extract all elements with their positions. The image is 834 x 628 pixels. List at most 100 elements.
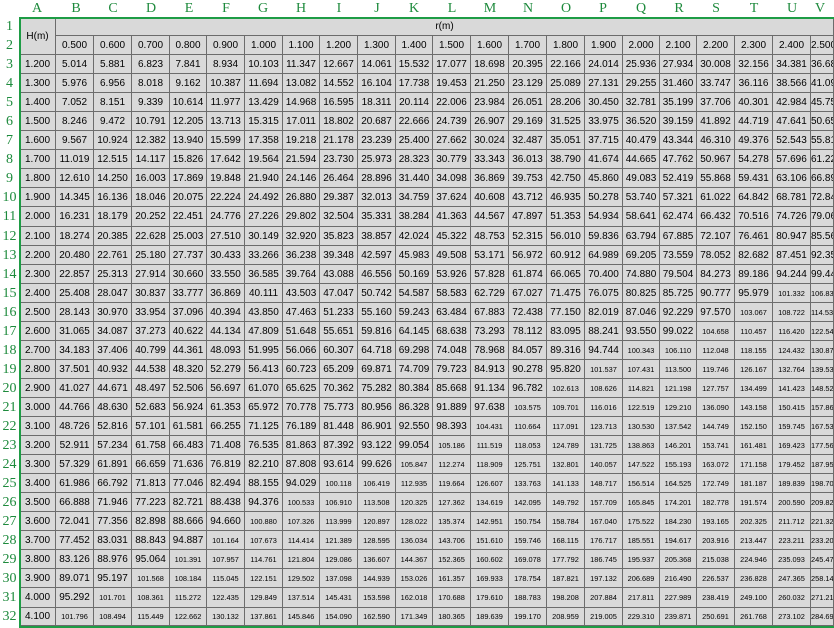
table-cell[interactable]: 22.857 xyxy=(56,265,94,284)
table-cell[interactable]: 68.781 xyxy=(773,188,811,207)
table-cell[interactable]: 56.924 xyxy=(170,398,207,417)
table-cell[interactable]: 178.754 xyxy=(509,569,547,588)
table-cell[interactable]: 44.361 xyxy=(170,341,207,360)
table-cell[interactable]: 47.641 xyxy=(773,112,811,131)
table-cell[interactable]: 52.419 xyxy=(660,169,697,188)
table-cell[interactable]: 258.146 xyxy=(811,569,834,588)
table-cell[interactable]: 50.742 xyxy=(358,284,396,303)
table-cell[interactable]: 79.061 xyxy=(811,207,834,227)
table-cell[interactable]: 108.722 xyxy=(773,303,811,322)
h-value-cell[interactable]: 1.700 xyxy=(20,150,56,169)
table-cell[interactable]: 37.706 xyxy=(697,93,735,112)
table-cell[interactable]: 24.739 xyxy=(433,112,471,131)
table-cell[interactable]: 55.160 xyxy=(358,303,396,322)
column-header-h[interactable]: H xyxy=(289,0,313,17)
column-header-u[interactable]: U xyxy=(780,0,804,17)
column-header-q[interactable]: Q xyxy=(629,0,653,17)
table-cell[interactable]: 152.150 xyxy=(735,417,773,436)
table-cell[interactable]: 37.096 xyxy=(170,303,207,322)
table-cell[interactable]: 66.432 xyxy=(697,207,735,227)
table-cell[interactable]: 93.122 xyxy=(358,436,396,455)
table-cell[interactable]: 57.321 xyxy=(660,188,697,207)
table-cell[interactable]: 112.274 xyxy=(433,455,471,474)
table-cell[interactable]: 61.874 xyxy=(509,265,547,284)
table-cell[interactable]: 236.828 xyxy=(735,569,773,588)
table-cell[interactable]: 179.452 xyxy=(773,455,811,474)
table-cell[interactable]: 29.802 xyxy=(283,207,320,227)
table-cell[interactable]: 121.389 xyxy=(320,531,358,550)
table-cell[interactable]: 169.078 xyxy=(509,550,547,569)
table-cell[interactable]: 169.423 xyxy=(773,436,811,455)
r-value-cell[interactable]: 1.400 xyxy=(396,36,433,55)
table-cell[interactable]: 43.503 xyxy=(283,284,320,303)
table-cell[interactable]: 12.205 xyxy=(170,112,207,131)
table-cell[interactable]: 30.837 xyxy=(132,284,170,303)
table-cell[interactable]: 70.362 xyxy=(320,379,358,398)
table-cell[interactable]: 61.022 xyxy=(697,188,735,207)
table-cell[interactable]: 165.845 xyxy=(623,493,660,512)
table-cell[interactable]: 44.766 xyxy=(56,398,94,417)
table-cell[interactable]: 25.400 xyxy=(396,131,433,150)
table-cell[interactable]: 45.322 xyxy=(433,227,471,246)
table-cell[interactable]: 88.241 xyxy=(585,322,623,341)
table-cell[interactable]: 122.662 xyxy=(170,608,207,626)
table-cell[interactable]: 113.500 xyxy=(660,360,697,379)
column-header-n[interactable]: N xyxy=(516,0,540,17)
r-value-cell[interactable]: 1.000 xyxy=(245,36,283,55)
table-cell[interactable]: 81.863 xyxy=(283,436,320,455)
column-header-d[interactable]: D xyxy=(139,0,163,17)
table-cell[interactable]: 80.384 xyxy=(396,379,433,398)
table-cell[interactable]: 8.151 xyxy=(94,93,132,112)
row-header-9[interactable]: 9 xyxy=(0,169,19,188)
table-cell[interactable]: 41.363 xyxy=(433,207,471,227)
table-cell[interactable]: 41.098 xyxy=(811,74,834,93)
table-cell[interactable]: 186.745 xyxy=(585,550,623,569)
h-value-cell[interactable]: 1.900 xyxy=(20,188,56,207)
table-cell[interactable]: 92.358 xyxy=(811,246,834,265)
table-cell[interactable]: 97.638 xyxy=(471,398,509,417)
table-cell[interactable]: 26.051 xyxy=(509,93,547,112)
table-cell[interactable]: 34.183 xyxy=(56,341,94,360)
table-cell[interactable]: 111.519 xyxy=(471,436,509,455)
table-cell[interactable]: 115.045 xyxy=(207,569,245,588)
table-cell[interactable]: 168.115 xyxy=(547,531,585,550)
table-cell[interactable]: 27.662 xyxy=(433,131,471,150)
h-value-cell[interactable]: 1.200 xyxy=(20,55,56,74)
table-cell[interactable]: 21.940 xyxy=(245,169,283,188)
table-cell[interactable]: 91.134 xyxy=(471,379,509,398)
table-cell[interactable]: 74.880 xyxy=(623,265,660,284)
row-header-3[interactable]: 3 xyxy=(0,55,19,74)
table-cell[interactable]: 216.490 xyxy=(660,569,697,588)
table-cell[interactable]: 20.395 xyxy=(509,55,547,74)
table-cell[interactable]: 197.132 xyxy=(585,569,623,588)
table-cell[interactable]: 33.266 xyxy=(245,246,283,265)
table-cell[interactable]: 163.072 xyxy=(697,455,735,474)
table-cell[interactable]: 88.843 xyxy=(132,531,170,550)
table-cell[interactable]: 181.187 xyxy=(735,474,773,493)
table-cell[interactable]: 75.773 xyxy=(320,398,358,417)
table-cell[interactable]: 47.809 xyxy=(245,322,283,341)
table-cell[interactable]: 43.344 xyxy=(660,131,697,150)
table-cell[interactable]: 59.836 xyxy=(585,227,623,246)
table-cell[interactable]: 31.460 xyxy=(660,74,697,93)
table-cell[interactable]: 213.447 xyxy=(735,531,773,550)
table-cell[interactable]: 224.946 xyxy=(735,550,773,569)
table-cell[interactable]: 132.764 xyxy=(773,360,811,379)
table-cell[interactable]: 120.897 xyxy=(358,512,396,531)
table-cell[interactable]: 61.353 xyxy=(207,398,245,417)
table-cell[interactable]: 46.935 xyxy=(547,188,585,207)
table-cell[interactable]: 9.567 xyxy=(56,131,94,150)
table-cell[interactable]: 22.166 xyxy=(547,55,585,74)
table-cell[interactable]: 14.345 xyxy=(56,188,94,207)
table-cell[interactable]: 42.984 xyxy=(773,93,811,112)
table-cell[interactable]: 108.184 xyxy=(170,569,207,588)
table-cell[interactable]: 36.585 xyxy=(245,265,283,284)
table-cell[interactable]: 83.126 xyxy=(56,550,94,569)
table-cell[interactable]: 167.537 xyxy=(811,417,834,436)
column-header-t[interactable]: T xyxy=(742,0,766,17)
table-cell[interactable]: 129.502 xyxy=(283,569,320,588)
table-cell[interactable]: 55.651 xyxy=(320,322,358,341)
table-cell[interactable]: 50.967 xyxy=(697,150,735,169)
table-cell[interactable]: 82.721 xyxy=(170,493,207,512)
table-cell[interactable]: 16.104 xyxy=(358,74,396,93)
